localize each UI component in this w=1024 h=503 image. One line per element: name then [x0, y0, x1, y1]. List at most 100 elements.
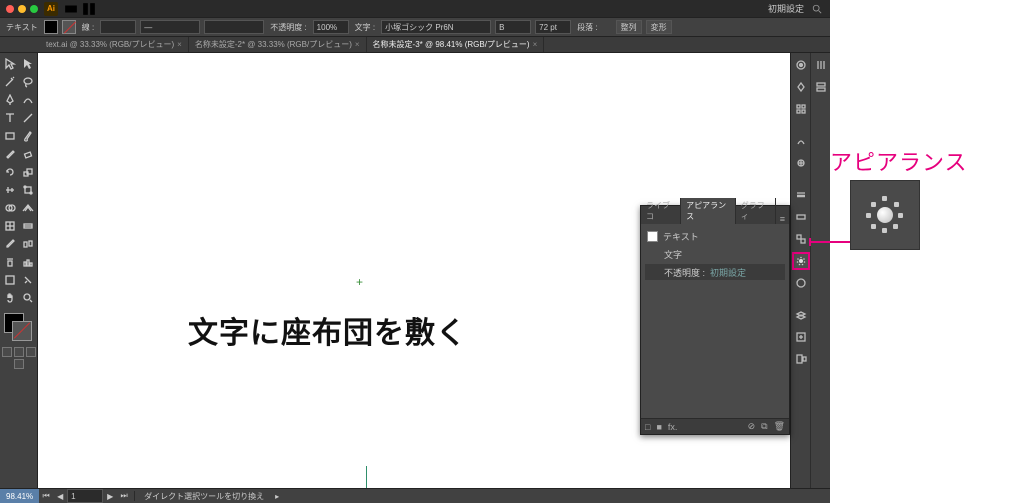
clear-appearance-icon[interactable]: ⊘ [748, 421, 756, 432]
delete-item-icon[interactable]: 🗑 [774, 421, 785, 432]
asset-export-panel-icon[interactable] [793, 329, 809, 345]
tab-label: 名称未設定-3* @ 98.41% (RGB/プレビュー) [373, 39, 530, 50]
artboard-text-object[interactable]: 文字に座布団を敷く [188, 308, 467, 352]
transform-panel-button[interactable]: 変形 [646, 20, 672, 34]
pen-tool[interactable] [1, 91, 19, 109]
perspective-grid-tool[interactable] [19, 199, 37, 217]
align-panel-button[interactable]: 整列 [616, 20, 642, 34]
stroke-weight-dropdown[interactable] [100, 20, 136, 34]
font-size-dropdown[interactable]: 72 pt [535, 20, 571, 34]
appearance-panel[interactable]: ライブコ アピアランス グラフィ ≡ テキスト 文字 不透明度 : 初期設定 □… [640, 205, 790, 435]
appearance-row-characters[interactable]: 文字 [645, 246, 785, 262]
rectangle-tool[interactable] [1, 127, 19, 145]
direct-selection-tool[interactable] [19, 55, 37, 73]
rotate-tool[interactable] [1, 163, 19, 181]
width-tool[interactable] [1, 181, 19, 199]
color-panel-icon[interactable] [793, 57, 809, 73]
zoom-window-button[interactable] [30, 5, 38, 13]
symbols-panel-icon[interactable] [793, 155, 809, 171]
color-guide-panel-icon[interactable] [793, 79, 809, 95]
hand-tool[interactable] [1, 289, 19, 307]
stroke-color-swatch[interactable] [62, 20, 76, 34]
panel-menu-icon[interactable]: ≡ [776, 214, 789, 224]
zoom-tool[interactable] [19, 289, 37, 307]
artboard-tool[interactable] [1, 271, 19, 289]
draw-normal-icon[interactable] [2, 347, 12, 357]
document-tab[interactable]: text.ai @ 33.33% (RGB/プレビュー)× [40, 37, 189, 52]
artboard-first-icon[interactable]: ⏮ [39, 491, 53, 501]
eyedropper-tool[interactable] [1, 235, 19, 253]
workspace-preset-dropdown[interactable]: 初期設定 [768, 2, 804, 15]
document-tab[interactable]: 名称未設定-2* @ 33.33% (RGB/プレビュー)× [189, 37, 367, 52]
arrange-docs-icon[interactable] [82, 2, 96, 16]
screen-mode-icon[interactable] [14, 359, 24, 369]
brushes-panel-icon[interactable] [793, 133, 809, 149]
close-tab-icon[interactable]: × [355, 40, 360, 49]
appearance-panel-icon[interactable] [793, 253, 809, 269]
draw-mode-icons [2, 347, 36, 357]
search-icon[interactable] [810, 2, 824, 16]
minimize-window-button[interactable] [18, 5, 26, 13]
lasso-tool[interactable] [19, 73, 37, 91]
shaper-tool[interactable] [1, 145, 19, 163]
gradient-tool[interactable] [19, 217, 37, 235]
add-effect-button[interactable]: fx. [668, 422, 678, 432]
font-weight-dropdown[interactable]: B [495, 20, 531, 34]
swatches-panel-icon[interactable] [793, 101, 809, 117]
status-menu-icon[interactable]: ▸ [270, 492, 284, 501]
libraries-panel-icon[interactable] [813, 57, 829, 73]
tab-live-corners[interactable]: ライブコ [641, 198, 681, 224]
draw-inside-icon[interactable] [26, 347, 36, 357]
brush-dropdown[interactable] [204, 20, 264, 34]
symbol-sprayer-tool[interactable] [1, 253, 19, 271]
magic-wand-tool[interactable] [1, 73, 19, 91]
layers-panel-icon[interactable] [793, 307, 809, 323]
artboard-next-icon[interactable]: ▶ [103, 492, 117, 501]
tab-appearance[interactable]: アピアランス [681, 198, 736, 224]
add-fill-icon[interactable]: ■ [656, 422, 661, 432]
selection-tool[interactable] [1, 55, 19, 73]
scale-tool[interactable] [19, 163, 37, 181]
stroke-swatch[interactable] [12, 321, 32, 341]
artboards-panel-icon[interactable] [793, 351, 809, 367]
paintbrush-tool[interactable] [19, 127, 37, 145]
mesh-tool[interactable] [1, 217, 19, 235]
right-dock-a [790, 53, 810, 488]
font-family-dropdown[interactable]: 小塚ゴシック Pr6N [381, 20, 491, 34]
shape-builder-tool[interactable] [1, 199, 19, 217]
close-window-button[interactable] [6, 5, 14, 13]
zoom-level-field[interactable]: 98.41% [0, 489, 39, 503]
free-transform-tool[interactable] [19, 181, 37, 199]
artboard-nav-dropdown[interactable]: 1 [67, 489, 103, 503]
blend-tool[interactable] [19, 235, 37, 253]
duplicate-item-icon[interactable]: ⧉ [761, 421, 767, 432]
draw-behind-icon[interactable] [14, 347, 24, 357]
stroke-panel-icon[interactable] [793, 187, 809, 203]
gradient-panel-icon[interactable] [793, 209, 809, 225]
type-tool[interactable] [1, 109, 19, 127]
add-stroke-icon[interactable]: □ [645, 422, 650, 432]
stroke-profile-dropdown[interactable]: — [140, 20, 200, 34]
curvature-tool[interactable] [19, 91, 37, 109]
slice-tool[interactable] [19, 271, 37, 289]
fill-stroke-swatches[interactable] [4, 313, 34, 343]
properties-panel-icon[interactable] [813, 79, 829, 95]
status-bar: 98.41% ⏮ ◀ 1 ▶ ⏭ ダイレクト選択ツールを切り換え ▸ [0, 488, 830, 503]
tab-graphic-styles[interactable]: グラフィ [736, 198, 776, 224]
document-tab-active[interactable]: 名称未設定-3* @ 98.41% (RGB/プレビュー)× [367, 37, 545, 52]
artboard-prev-icon[interactable]: ◀ [53, 492, 67, 501]
column-graph-tool[interactable] [19, 253, 37, 271]
eraser-tool[interactable] [19, 145, 37, 163]
appearance-row-opacity[interactable]: 不透明度 : 初期設定 [645, 264, 785, 280]
opacity-dropdown[interactable]: 100% [313, 20, 349, 34]
close-tab-icon[interactable]: × [533, 40, 538, 49]
font-label: 文字 : [353, 22, 377, 33]
line-tool[interactable] [19, 109, 37, 127]
graphic-styles-panel-icon[interactable] [793, 275, 809, 291]
artboard-last-icon[interactable]: ⏭ [117, 491, 131, 501]
fill-color-swatch[interactable] [44, 20, 58, 34]
appearance-row-target[interactable]: テキスト [645, 228, 785, 244]
transparency-panel-icon[interactable] [793, 231, 809, 247]
close-tab-icon[interactable]: × [177, 40, 182, 49]
bridge-icon[interactable] [64, 2, 78, 16]
